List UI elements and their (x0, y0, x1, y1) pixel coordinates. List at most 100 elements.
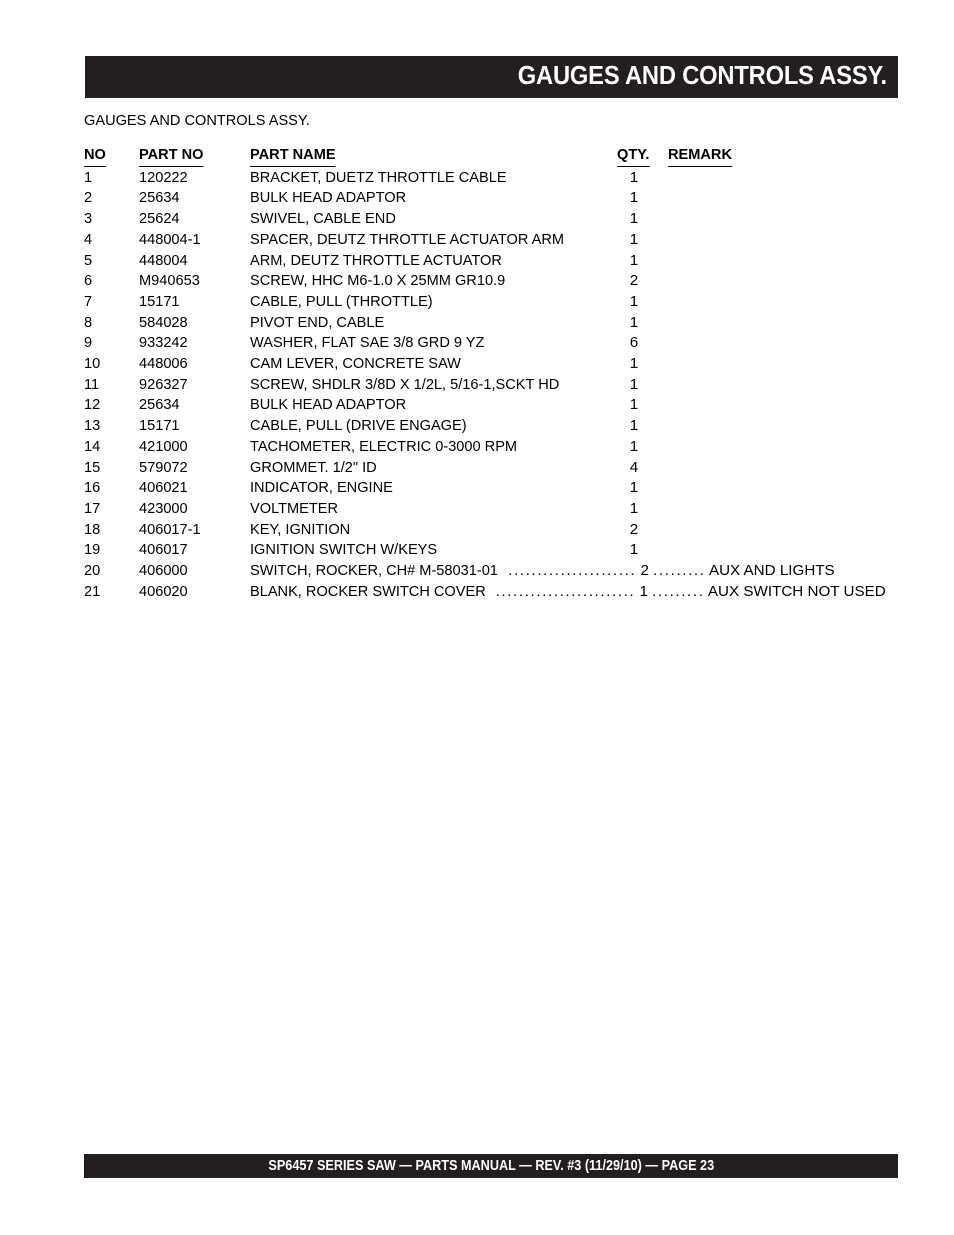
cell-no-text: 17 (84, 499, 101, 517)
cell-qty: 1 (600, 230, 668, 251)
cell-qty-text: 1 (629, 189, 639, 207)
cell-part-name: INDICATOR, ENGINE (250, 478, 600, 499)
column-header-no: NO (84, 145, 139, 168)
cell-no: 14 (84, 437, 139, 458)
cell-part-no: 406021 (139, 478, 250, 499)
cell-qty-text: 1 (629, 499, 639, 517)
cell-qty-text: 2 (636, 562, 654, 580)
cell-part-name-text: CABLE, PULL (DRIVE ENGAGE) (250, 417, 467, 435)
cell-remark-text: AUX AND LIGHTS (705, 562, 835, 580)
cell-part-name: IGNITION SWITCH W/KEYS (250, 540, 600, 561)
cell-no-text: 6 (84, 272, 93, 290)
cell-qty: 1 (600, 375, 668, 396)
cell-qty-text: 1 (629, 355, 639, 373)
cell-part-no-text: 406000 (139, 562, 188, 580)
cell-part-name-text: SPACER, DEUTZ THROTTLE ACTUATOR ARM (250, 230, 565, 248)
cell-qty: 1 (600, 354, 668, 375)
table-row: 18 406017-1 KEY, IGNITION 2 (84, 520, 904, 541)
cell-part-no: 579072 (139, 458, 250, 479)
cell-no-text: 3 (84, 210, 93, 228)
cell-part-name: SCREW, SHDLR 3/8D X 1/2L, 5/16-1,SCKT HD (250, 375, 600, 396)
cell-qty: 1 (600, 313, 668, 334)
cell-part-no-text: 25634 (139, 189, 180, 207)
cell-qty-text: 1 (629, 541, 639, 559)
cell-remark (668, 395, 904, 416)
cell-part-name-with-leader: SWITCH, ROCKER, CH# M-58031-01..........… (250, 561, 904, 582)
table-row: 6 M940653 SCREW, HHC M6-1.0 X 25MM GR10.9 2 (84, 271, 904, 292)
cell-part-no-text: M940653 (139, 272, 200, 290)
cell-qty-text: 4 (629, 458, 639, 476)
cell-remark (668, 354, 904, 375)
cell-qty: 1 (600, 188, 668, 209)
table-row: 3 25624 SWIVEL, CABLE END 1 (84, 209, 904, 230)
cell-part-name: BULK HEAD ADAPTOR (250, 395, 600, 416)
cell-part-name-text: SCREW, SHDLR 3/8D X 1/2L, 5/16-1,SCKT HD (250, 375, 560, 393)
cell-qty: 1 (600, 251, 668, 272)
cell-qty: 1 (600, 499, 668, 520)
cell-part-name: SCREW, HHC M6-1.0 X 25MM GR10.9 (250, 271, 600, 292)
cell-no-text: 9 (84, 334, 93, 352)
cell-part-no: 448004 (139, 251, 250, 272)
section-subtitle: GAUGES AND CONTROLS ASSY. (84, 112, 310, 129)
table-row: 11 926327 SCREW, SHDLR 3/8D X 1/2L, 5/16-1… (84, 375, 904, 396)
cell-part-name-text: WASHER, FLAT SAE 3/8 GRD 9 YZ (250, 334, 485, 352)
cell-qty: 1 (600, 478, 668, 499)
table-row: 1 120222 BRACKET, DUETZ THROTTLE CABLE 1 (84, 168, 904, 189)
cell-part-name-text: ARM, DEUTZ THROTTLE ACTUATOR (250, 251, 502, 269)
column-header-qty: QTY. (600, 145, 668, 168)
cell-part-no-text: 448004-1 (139, 230, 201, 248)
cell-part-no: 421000 (139, 437, 250, 458)
cell-part-name: ARM, DEUTZ THROTTLE ACTUATOR (250, 251, 600, 272)
cell-part-no: 15171 (139, 416, 250, 437)
cell-no: 21 (84, 582, 139, 603)
cell-part-name-text: BLANK, ROCKER SWITCH COVER (250, 582, 486, 600)
cell-part-no-text: 926327 (139, 375, 188, 393)
dot-leader-one: ........................ (495, 582, 636, 600)
cell-no: 2 (84, 188, 139, 209)
cell-part-no: 933242 (139, 333, 250, 354)
cell-part-no-text: 120222 (139, 168, 188, 186)
table-row: 17 423000 VOLTMETER 1 (84, 499, 904, 520)
cell-part-name: SWIVEL, CABLE END (250, 209, 600, 230)
table-row: 21 406020 BLANK, ROCKER SWITCH COVER......… (84, 582, 904, 603)
cell-remark (668, 416, 904, 437)
cell-part-no: 406017-1 (139, 520, 250, 541)
cell-qty-text: 1 (629, 375, 639, 393)
cell-part-no: 25624 (139, 209, 250, 230)
cell-remark (668, 499, 904, 520)
cell-remark (668, 313, 904, 334)
cell-part-name-text: TACHOMETER, ELECTRIC 0-3000 RPM (250, 437, 518, 455)
cell-part-no: 25634 (139, 395, 250, 416)
cell-no: 13 (84, 416, 139, 437)
cell-part-no: 15171 (139, 292, 250, 313)
cell-part-name-text: BULK HEAD ADAPTOR (250, 189, 407, 207)
cell-no-text: 5 (84, 251, 93, 269)
cell-part-name: GROMMET. 1/2" ID (250, 458, 600, 479)
cell-part-no-text: 15171 (139, 417, 180, 435)
cell-no-text: 18 (84, 520, 101, 538)
column-header-part-name: PART NAME (250, 145, 600, 168)
cell-remark (668, 458, 904, 479)
cell-remark (668, 188, 904, 209)
cell-qty-text: 1 (635, 582, 653, 600)
cell-part-name: VOLTMETER (250, 499, 600, 520)
cell-remark (668, 437, 904, 458)
cell-no: 3 (84, 209, 139, 230)
cell-part-name-text: IGNITION SWITCH W/KEYS (250, 541, 438, 559)
table-row: 13 15171 CABLE, PULL (DRIVE ENGAGE) 1 (84, 416, 904, 437)
cell-remark (668, 540, 904, 561)
cell-remark (668, 271, 904, 292)
cell-no: 10 (84, 354, 139, 375)
cell-qty-text: 6 (629, 334, 639, 352)
cell-part-no-text: 406021 (139, 479, 188, 497)
cell-remark (668, 251, 904, 272)
cell-remark (668, 520, 904, 541)
cell-qty-text: 1 (629, 396, 639, 414)
cell-part-no: 423000 (139, 499, 250, 520)
cell-part-name: CABLE, PULL (DRIVE ENGAGE) (250, 416, 600, 437)
cell-qty-text: 1 (629, 437, 639, 455)
cell-no: 4 (84, 230, 139, 251)
cell-part-name-text: SWITCH, ROCKER, CH# M-58031-01 (250, 562, 498, 580)
cell-remark (668, 478, 904, 499)
table-row: 4 448004-1 SPACER, DEUTZ THROTTLE ACTUATOR… (84, 230, 904, 251)
